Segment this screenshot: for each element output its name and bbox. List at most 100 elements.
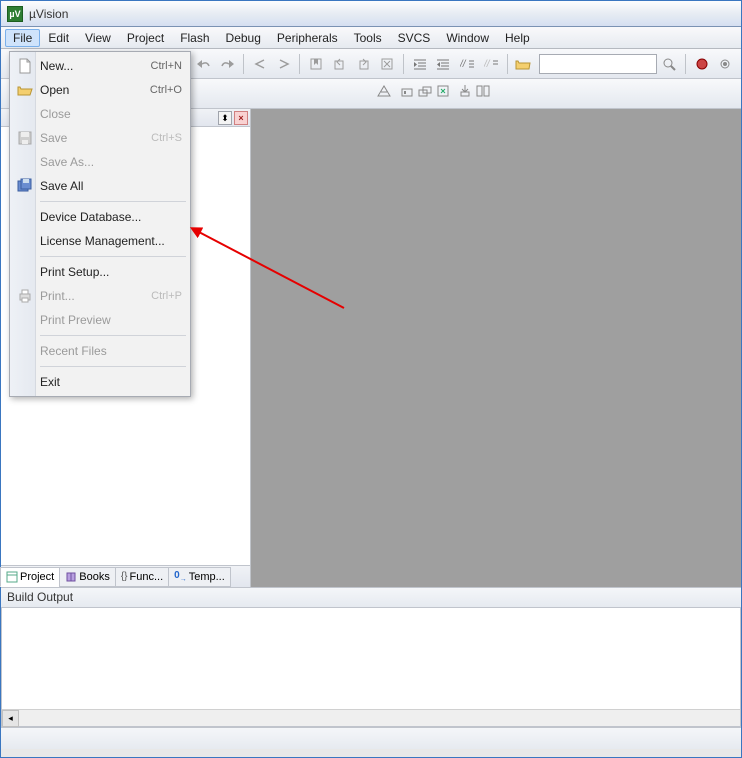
bookmark-clear-icon[interactable] xyxy=(376,53,398,75)
bookmark-icon[interactable] xyxy=(305,53,327,75)
manage-icon[interactable] xyxy=(476,84,490,103)
close-icon[interactable]: × xyxy=(234,111,248,125)
panel-tabs: Project Books {} Func... 0→ Temp... xyxy=(1,565,250,587)
svg-text://: // xyxy=(484,59,491,70)
tab-project-label: Project xyxy=(20,571,54,583)
menu-project[interactable]: Project xyxy=(119,29,172,47)
build-icon[interactable] xyxy=(400,84,414,103)
menu-flash[interactable]: Flash xyxy=(172,29,217,47)
folder-open-icon xyxy=(16,81,34,99)
separator xyxy=(507,54,508,74)
menu-bar: File Edit View Project Flash Debug Perip… xyxy=(1,27,741,49)
editor-area xyxy=(251,109,741,587)
separator xyxy=(685,54,686,74)
new-file-icon xyxy=(16,57,34,75)
horizontal-scrollbar[interactable]: ◂ xyxy=(2,709,740,726)
menu-save-label: Save xyxy=(40,131,67,145)
menu-license-label: License Management... xyxy=(40,234,165,248)
tab-books-label: Books xyxy=(79,571,110,583)
menu-save-shortcut: Ctrl+S xyxy=(151,132,182,144)
menu-item-device-database[interactable]: Device Database... xyxy=(12,205,188,229)
download-icon[interactable] xyxy=(458,84,472,103)
menu-saveall-label: Save All xyxy=(40,179,83,193)
indent-icon[interactable] xyxy=(409,53,431,75)
app-icon: µV xyxy=(7,6,23,22)
menu-item-saveas[interactable]: Save As... xyxy=(12,150,188,174)
menu-separator xyxy=(40,335,186,336)
separator xyxy=(299,54,300,74)
menu-new-shortcut: Ctrl+N xyxy=(151,60,182,72)
find-icon[interactable] xyxy=(658,53,680,75)
menu-item-exit[interactable]: Exit xyxy=(12,370,188,394)
menu-item-save[interactable]: Save Ctrl+S xyxy=(12,126,188,150)
comment-icon[interactable]: // xyxy=(456,53,478,75)
menu-devdb-label: Device Database... xyxy=(40,210,141,224)
menu-item-open[interactable]: Open Ctrl+O xyxy=(12,78,188,102)
menu-item-print-setup[interactable]: Print Setup... xyxy=(12,260,188,284)
menu-tools[interactable]: Tools xyxy=(346,29,390,47)
tab-functions-label: Func... xyxy=(130,571,164,583)
menu-open-shortcut: Ctrl+O xyxy=(150,84,182,96)
rebuild-icon[interactable] xyxy=(418,84,432,103)
undo-icon[interactable] xyxy=(193,53,215,75)
find-combo[interactable] xyxy=(539,54,657,74)
menu-file[interactable]: File xyxy=(5,29,40,47)
menu-printsetup-label: Print Setup... xyxy=(40,265,109,279)
build-output-title: Build Output xyxy=(1,587,741,607)
folder-open-icon[interactable] xyxy=(512,53,534,75)
tab-templates-label: Temp... xyxy=(189,571,225,583)
menu-item-recent-files[interactable]: Recent Files xyxy=(12,339,188,363)
menu-separator xyxy=(40,366,186,367)
menu-separator xyxy=(40,256,186,257)
tab-project[interactable]: Project xyxy=(0,567,60,587)
tab-templates[interactable]: 0→ Temp... xyxy=(168,567,231,587)
scroll-left-icon[interactable]: ◂ xyxy=(2,710,19,727)
menu-item-print-preview[interactable]: Print Preview xyxy=(12,308,188,332)
menu-printprev-label: Print Preview xyxy=(40,313,111,327)
templates-tab-icon: 0→ xyxy=(174,570,187,583)
bookmark-prev-icon[interactable] xyxy=(329,53,351,75)
status-bar xyxy=(1,727,741,749)
menu-item-print[interactable]: Print... Ctrl+P xyxy=(12,284,188,308)
tab-books[interactable]: Books xyxy=(59,567,116,587)
menu-item-close[interactable]: Close xyxy=(12,102,188,126)
bookmark-next-icon[interactable] xyxy=(353,53,375,75)
menu-recent-label: Recent Files xyxy=(40,344,107,358)
menu-item-new[interactable]: New... Ctrl+N xyxy=(12,54,188,78)
menu-view[interactable]: View xyxy=(77,29,119,47)
menu-peripherals[interactable]: Peripherals xyxy=(269,29,346,47)
menu-print-label: Print... xyxy=(40,289,75,303)
separator xyxy=(403,54,404,74)
window-title: µVision xyxy=(29,7,68,21)
menu-open-label: Open xyxy=(40,83,69,97)
pin-icon[interactable]: ⬍ xyxy=(218,111,232,125)
separator xyxy=(243,54,244,74)
uncomment-icon[interactable]: // xyxy=(480,53,502,75)
menu-debug[interactable]: Debug xyxy=(218,29,269,47)
functions-tab-icon: {} xyxy=(121,571,128,582)
batch-build-icon[interactable] xyxy=(436,84,450,103)
menu-new-label: New... xyxy=(40,59,73,73)
nav-forward-icon[interactable] xyxy=(273,53,295,75)
menu-edit[interactable]: Edit xyxy=(40,29,77,47)
redo-icon[interactable] xyxy=(217,53,239,75)
menu-item-license-management[interactable]: License Management... xyxy=(12,229,188,253)
outdent-icon[interactable] xyxy=(433,53,455,75)
menu-saveas-label: Save As... xyxy=(40,155,94,169)
menu-close-label: Close xyxy=(40,107,71,121)
menu-print-shortcut: Ctrl+P xyxy=(151,290,182,302)
nav-back-icon[interactable] xyxy=(249,53,271,75)
menu-svcs[interactable]: SVCS xyxy=(390,29,439,47)
menu-help[interactable]: Help xyxy=(497,29,538,47)
debug-icon[interactable] xyxy=(691,53,713,75)
breakpoint-icon[interactable] xyxy=(714,53,736,75)
menu-window[interactable]: Window xyxy=(438,29,497,47)
menu-item-saveall[interactable]: Save All xyxy=(12,174,188,198)
project-tab-icon xyxy=(6,571,18,583)
books-tab-icon xyxy=(65,571,77,583)
save-icon xyxy=(16,129,34,147)
options-icon[interactable] xyxy=(376,84,392,103)
svg-text://: // xyxy=(460,59,467,70)
build-output-panel[interactable]: ◂ xyxy=(1,607,741,727)
tab-functions[interactable]: {} Func... xyxy=(115,567,169,587)
